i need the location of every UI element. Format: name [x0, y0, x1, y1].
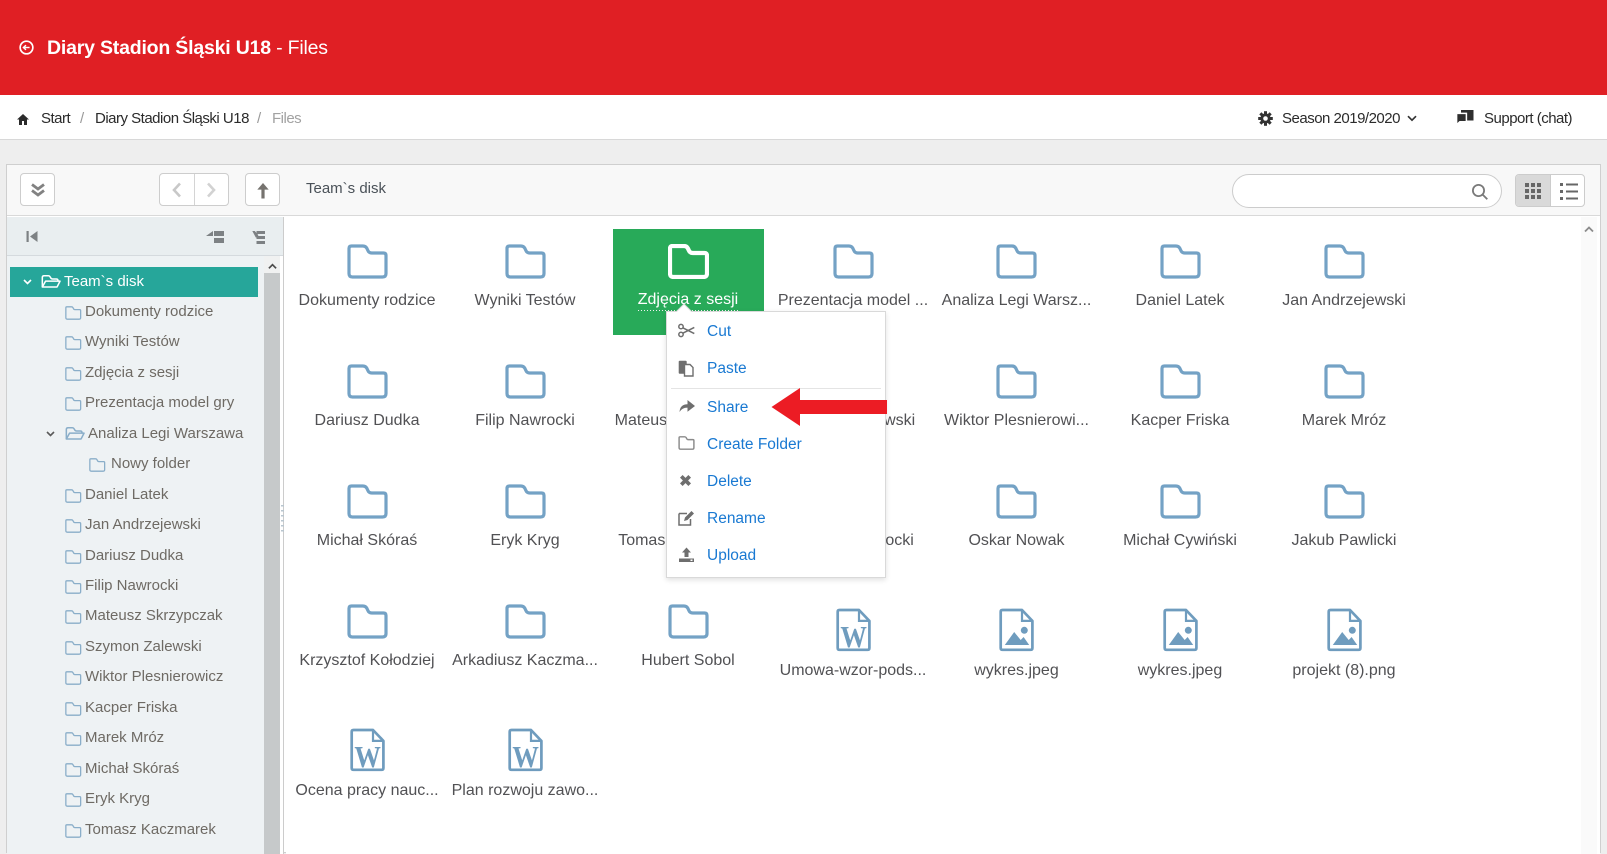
svg-text:W: W — [354, 739, 381, 772]
svg-text:W: W — [512, 739, 538, 772]
svg-text:W: W — [840, 619, 867, 652]
